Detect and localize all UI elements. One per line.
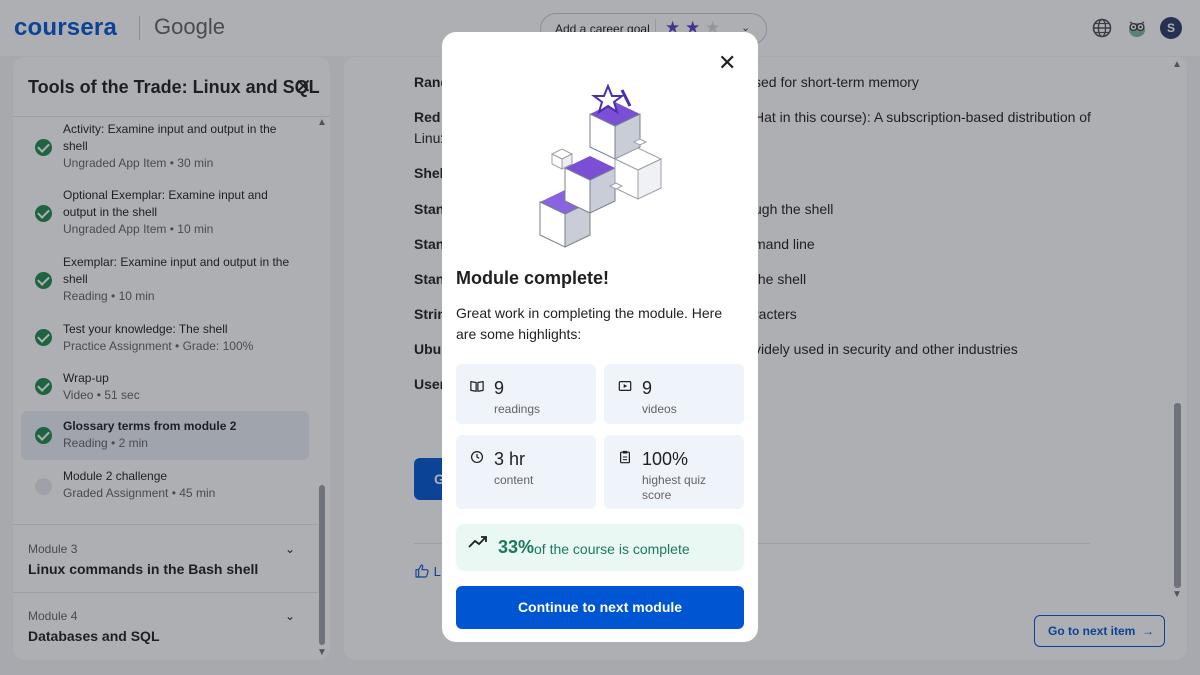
stat-value: 3 hr (494, 449, 526, 469)
stat-content: 3 hr content (456, 435, 596, 509)
video-icon (618, 381, 632, 391)
close-icon[interactable]: ✕ (718, 52, 736, 74)
course-progress-banner: 33% of the course is complete (456, 524, 744, 571)
stat-value: 100% (642, 449, 689, 469)
progress-label: of the course is complete (534, 541, 690, 557)
continue-to-next-module-button[interactable]: Continue to next module (456, 586, 744, 629)
clock-icon (470, 450, 484, 464)
blocks-illustration-icon (539, 84, 663, 248)
dialog-title: Module complete! (456, 268, 610, 288)
stat-label: videos (642, 402, 677, 416)
stat-label: content (494, 473, 534, 487)
stat-value: 9 (642, 378, 653, 398)
stat-readings: 9 readings (456, 364, 596, 424)
stat-value: 9 (494, 378, 505, 398)
module-complete-dialog: ✕ Module complete! Great work in complet… (442, 32, 758, 642)
book-icon (470, 381, 484, 392)
clipboard-icon (620, 450, 630, 464)
stat-label: highest quiz score (642, 473, 707, 502)
dialog-message: Great work in completing the module. Her… (456, 305, 723, 342)
progress-percent: 33% (498, 537, 535, 557)
stat-quiz-score: 100% highest quiz score (604, 435, 744, 509)
stat-label: readings (494, 402, 541, 416)
trending-up-icon (468, 536, 487, 548)
stat-videos: 9 videos (604, 364, 744, 424)
